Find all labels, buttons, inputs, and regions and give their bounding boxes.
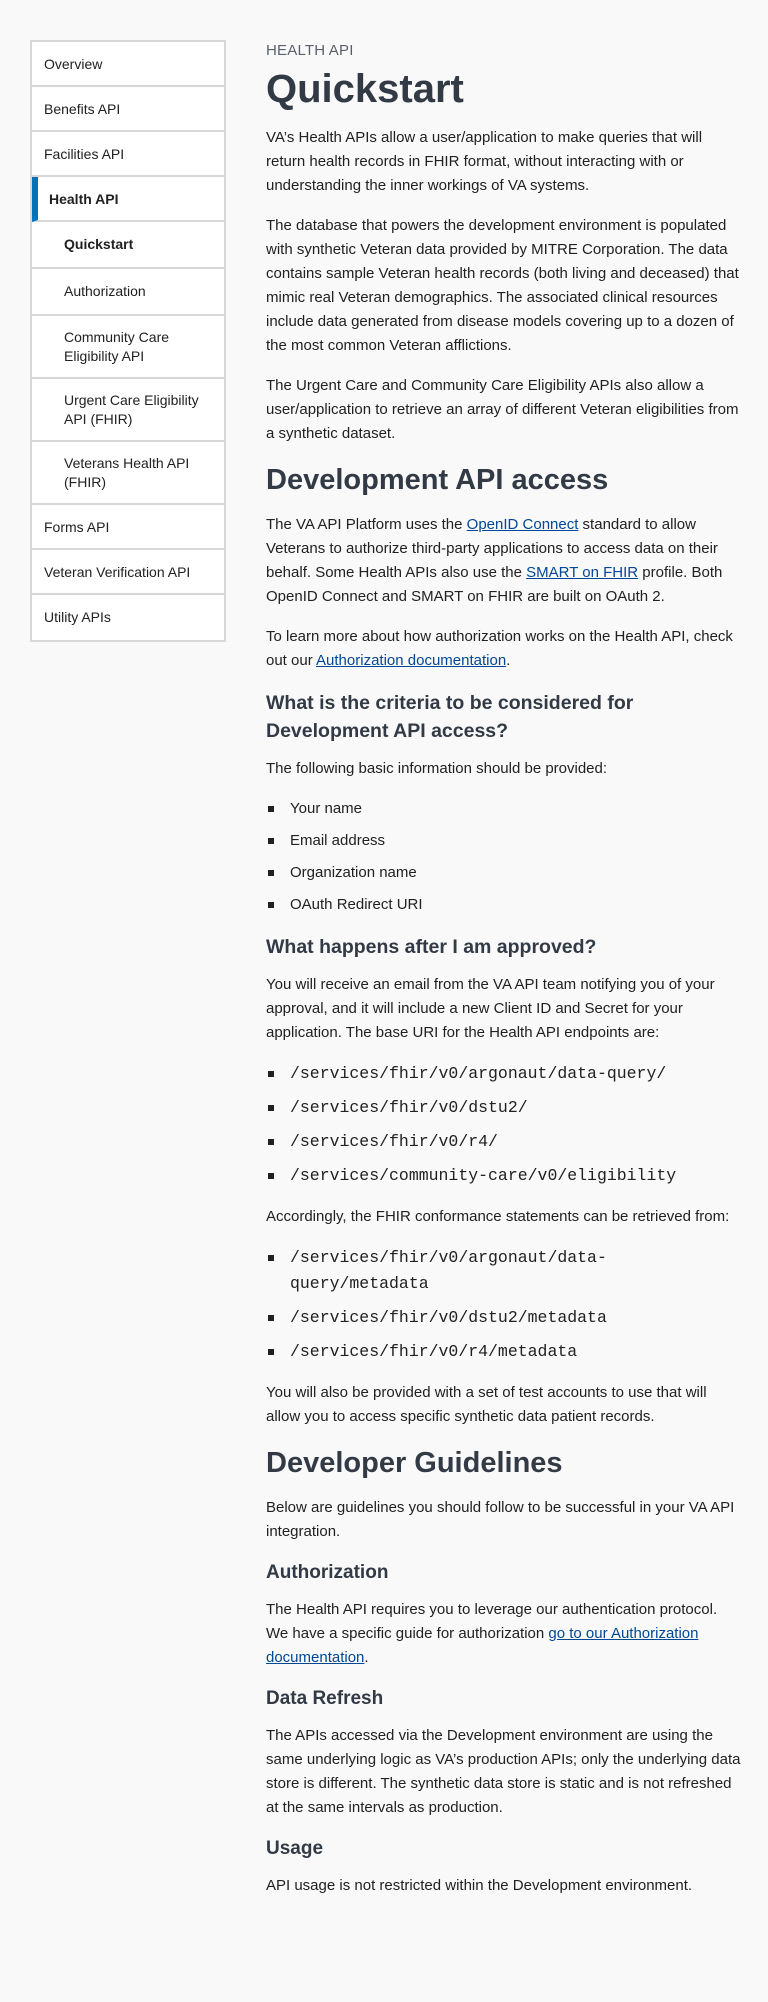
endpoint-item: /services/community-care/v0/eligibility	[266, 1163, 742, 1189]
sidebar-item-utility-apis[interactable]: Utility APIs	[32, 595, 224, 640]
sidebar-subitem-urgent-care-eligibility[interactable]: Urgent Care Eligibility API (FHIR)	[32, 379, 224, 442]
intro-paragraph-1: VA’s Health APIs allow a user/applicatio…	[266, 129, 703, 194]
authorization-paragraph: The Health API requires you to leverage …	[266, 1598, 742, 1670]
list-item: Email address	[266, 829, 742, 853]
approved-paragraph-2: Accordingly, the FHIR conformance statem…	[266, 1208, 730, 1225]
sidebar-subitem-authorization[interactable]: Authorization	[32, 269, 224, 316]
data-refresh-paragraph: The APIs accessed via the Development en…	[266, 1727, 741, 1816]
usage-heading: Usage	[266, 1838, 324, 1859]
metadata-item: /services/fhir/v0/argonaut/data-query/me…	[266, 1245, 742, 1297]
metadata-list: /services/fhir/v0/argonaut/data-query/me…	[266, 1245, 742, 1365]
sidebar-item-benefits-api[interactable]: Benefits API	[32, 87, 224, 132]
list-item: OAuth Redirect URI	[266, 893, 742, 917]
endpoint-item: /services/fhir/v0/r4/	[266, 1129, 742, 1155]
data-refresh-heading: Data Refresh	[266, 1688, 384, 1709]
guidelines-heading: Developer Guidelines	[266, 1447, 563, 1479]
approved-paragraph-3: You will also be provided with a set of …	[266, 1384, 707, 1425]
approved-paragraph-1: You will receive an email from the VA AP…	[266, 976, 715, 1041]
openid-connect-link[interactable]: OpenID Connect	[467, 516, 579, 533]
dev-access-heading: Development API access	[266, 464, 609, 496]
dev-access-paragraph-2: To learn more about how authorization wo…	[266, 625, 742, 673]
sidebar-item-facilities-api[interactable]: Facilities API	[32, 132, 224, 177]
sidebar-item-forms-api[interactable]: Forms API	[32, 505, 224, 550]
intro-paragraph-2: The database that powers the development…	[266, 217, 739, 354]
smart-on-fhir-link[interactable]: SMART on FHIR	[526, 564, 638, 581]
sidebar-nav: Overview Benefits API Facilities API Hea…	[30, 40, 226, 642]
sidebar-item-health-api[interactable]: Health API	[32, 177, 224, 222]
criteria-heading: What is the criteria to be considered fo…	[266, 692, 634, 742]
authorization-documentation-link[interactable]: Authorization documentation	[316, 652, 506, 669]
list-item: Organization name	[266, 861, 742, 885]
sidebar-item-veteran-verification-api[interactable]: Veteran Verification API	[32, 550, 224, 595]
text-span: .	[364, 1649, 369, 1666]
text-span: .	[506, 652, 511, 669]
sidebar-subitem-community-care-eligibility[interactable]: Community Care Eligibility API	[32, 316, 224, 379]
text-span: The VA API Platform uses the	[266, 516, 467, 533]
page-title: Quickstart	[266, 67, 464, 111]
main-content: HEALTH API Quickstart VA’s Health APIs a…	[266, 40, 742, 1914]
intro-paragraph-3: The Urgent Care and Community Care Eligi…	[266, 377, 739, 442]
page-eyebrow: HEALTH API	[266, 42, 354, 59]
usage-paragraph: API usage is not restricted within the D…	[266, 1877, 693, 1894]
approved-heading: What happens after I am approved?	[266, 936, 597, 958]
guidelines-intro: Below are guidelines you should follow t…	[266, 1499, 735, 1540]
endpoint-item: /services/fhir/v0/dstu2/	[266, 1095, 742, 1121]
criteria-intro: The following basic information should b…	[266, 760, 608, 777]
sidebar-subitem-veterans-health-api[interactable]: Veterans Health API (FHIR)	[32, 442, 224, 505]
authorization-heading: Authorization	[266, 1562, 389, 1583]
metadata-item: /services/fhir/v0/dstu2/metadata	[266, 1305, 742, 1331]
list-item: Your name	[266, 797, 742, 821]
endpoint-list: /services/fhir/v0/argonaut/data-query/ /…	[266, 1061, 742, 1189]
metadata-item: /services/fhir/v0/r4/metadata	[266, 1339, 742, 1365]
criteria-list: Your name Email address Organization nam…	[266, 797, 742, 917]
endpoint-item: /services/fhir/v0/argonaut/data-query/	[266, 1061, 742, 1087]
sidebar-item-overview[interactable]: Overview	[32, 42, 224, 87]
dev-access-paragraph-1: The VA API Platform uses the OpenID Conn…	[266, 513, 742, 609]
sidebar-subitem-quickstart[interactable]: Quickstart	[32, 222, 224, 269]
